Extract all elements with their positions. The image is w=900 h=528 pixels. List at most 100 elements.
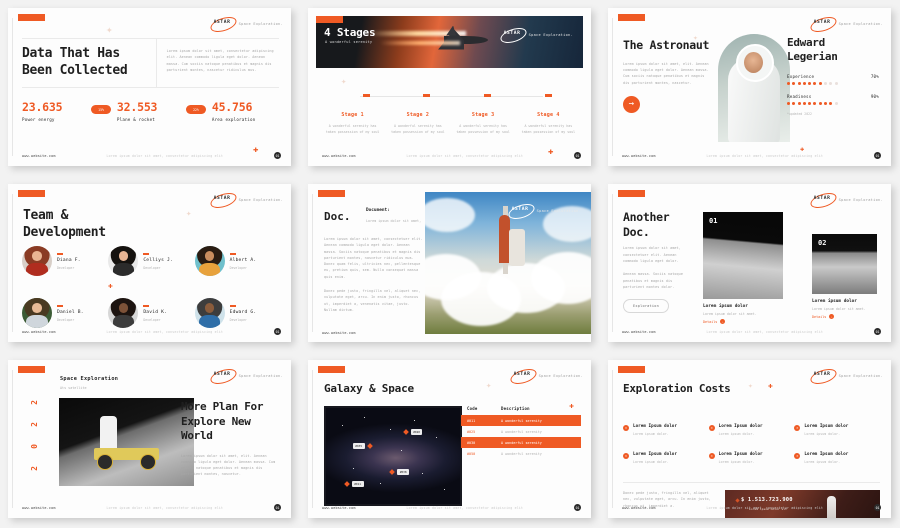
table-row[interactable]: #025 A wonderful serenity: [461, 426, 581, 437]
total-amount: $ 1.513.723.900: [741, 497, 793, 503]
stage-desc: A wonderful serenity has taken possessio…: [521, 124, 576, 135]
cost-item: ✕ Lorem Ipsum dolor Lorem ipsum dolor.: [794, 424, 880, 436]
accent-tab: [618, 190, 645, 197]
slide-cell-7[interactable]: ASTAR Space Exploration. Space Explorati…: [0, 352, 300, 528]
left-rule: [312, 194, 313, 332]
cell-description: A wonderful serenity: [501, 440, 542, 445]
team-member[interactable]: Edward G. Developer: [194, 298, 281, 328]
member-role: Developer: [229, 317, 247, 322]
slide-another-doc[interactable]: ASTAR Space Exploration. Another Doc. Lo…: [608, 184, 891, 342]
accent-bar: [229, 304, 236, 307]
left-rule: [12, 194, 13, 332]
rating-experience: Experience 70%: [787, 74, 879, 85]
left-rule: [312, 370, 313, 508]
logo-subtitle: Space Exploration.: [528, 32, 573, 37]
cost-title: Lorem Ipsum dolor: [804, 452, 849, 457]
intro-body: Lorem ipsum dolor sit amet, consectetur …: [166, 49, 274, 72]
slide-data-collected[interactable]: ASTAR Space Exploration. ✦ Data That Has…: [8, 8, 291, 166]
timeline-marker: [484, 94, 491, 97]
slide-galaxy-space[interactable]: ASTAR Space Exploration. Galaxy & Space …: [308, 360, 591, 518]
footer-url[interactable]: www.website.com: [622, 154, 656, 158]
slide-exploration-costs[interactable]: ASTAR Space Exploration. Exploration Cos…: [608, 360, 891, 518]
details-label: Details: [812, 314, 827, 319]
slide-doc[interactable]: ASTAR Space Exploration. Doc. Document: …: [308, 184, 591, 342]
left-rule: [612, 194, 613, 332]
slide-cell-6[interactable]: ASTAR Space Exploration. Another Doc. Lo…: [600, 176, 900, 352]
slide-cell-2[interactable]: ASTAR Space Exploration. 4 Stages A wond…: [300, 0, 600, 176]
galaxy-marker[interactable]: #038: [389, 469, 410, 476]
footer-url[interactable]: www.website.com: [22, 154, 56, 158]
cell-description: A wonderful serenity: [501, 429, 542, 434]
slide-footer: www.website.com Lorem ipsum dolor sit am…: [622, 504, 881, 511]
cost-desc: Lorem ipsum dolor.: [633, 460, 669, 464]
slide-cell-3[interactable]: ASTAR Space Exploration. ✦ The Astronaut…: [600, 0, 900, 176]
col-description: Description: [501, 406, 530, 411]
exploration-button[interactable]: Exploration: [623, 299, 669, 314]
brand-logo: ASTAR Space Exploration.: [208, 14, 283, 35]
bullet-icon: ✕: [623, 424, 629, 431]
astar-logo-icon: ASTAR: [808, 366, 838, 387]
slide-cell-8[interactable]: ASTAR Space Exploration. Galaxy & Space …: [300, 352, 600, 528]
slide-team-development[interactable]: ASTAR Space Exploration. Team & Developm…: [8, 184, 291, 342]
footer-url[interactable]: www.website.com: [622, 330, 656, 334]
table-row[interactable]: #011 A wonderful serenity: [461, 415, 581, 426]
updated-note: *updated 2022: [787, 111, 812, 116]
cost-title: Lorem Ipsum dolor: [718, 424, 763, 429]
member-name: Edward G.: [229, 310, 257, 315]
stage-desc: A wonderful serenity has taken possessio…: [391, 124, 445, 135]
footer-text: Lorem ipsum dolor sit amet, consectetur …: [706, 505, 824, 510]
slide-cell-5[interactable]: ASTAR Space Exploration. Doc. Document: …: [300, 176, 600, 352]
team-member[interactable]: Diana F. Developer: [22, 246, 108, 276]
slide-cell-4[interactable]: ASTAR Space Exploration. Team & Developm…: [0, 176, 300, 352]
table-row[interactable]: #050 A wonderful serenity: [461, 448, 581, 459]
doc-card-02[interactable]: 02 Lorem ipsum dolor Lorem ipsum dolor s…: [812, 234, 877, 319]
team-member[interactable]: Daniel B. Developer: [22, 298, 108, 328]
marker-label: #038: [397, 469, 410, 476]
avatar: [108, 298, 139, 328]
page-badge: 01: [874, 504, 881, 511]
slide-four-stages[interactable]: ASTAR Space Exploration. 4 Stages A wond…: [308, 8, 591, 166]
sparkle-icon: ✦: [341, 77, 347, 87]
slide-more-plan[interactable]: ASTAR Space Exploration. Space Explorati…: [8, 360, 291, 518]
footer-url[interactable]: www.website.com: [622, 506, 656, 510]
astar-logo-icon: ASTAR: [208, 190, 238, 211]
brand-logo: ASTAR Space Exploration.: [498, 25, 573, 46]
stat-number: 45.756: [211, 100, 253, 114]
logo-subtitle: Space Exploration.: [238, 21, 283, 26]
page-badge: 01: [274, 152, 281, 159]
footer-url[interactable]: www.website.com: [22, 506, 56, 510]
galaxy-marker[interactable]: #011: [343, 480, 364, 487]
details-link[interactable]: Details ›: [812, 314, 877, 319]
page-badge: 01: [574, 504, 581, 511]
avatar: [22, 298, 52, 328]
cost-desc: Lorem ipsum dolor.: [804, 432, 841, 436]
team-member[interactable]: Celliys J. Developer: [108, 246, 194, 276]
rating-readiness: Readiness 90%: [787, 94, 879, 105]
team-grid: Diana F. Developer Celliys J. Developer: [22, 246, 281, 328]
next-arrow-button[interactable]: →: [623, 95, 640, 113]
page-badge: 01: [874, 328, 881, 335]
stages-row: Stage 1 A wonderful serenity has taken p…: [320, 112, 581, 136]
footer-url[interactable]: www.website.com: [322, 154, 356, 158]
card-desc: Lorem ipsum dolor sit amet.: [812, 307, 866, 311]
cost-desc: Lorem ipsum dolor.: [804, 460, 841, 464]
slide-cell-9[interactable]: ASTAR Space Exploration. Exploration Cos…: [600, 352, 900, 528]
team-member[interactable]: David K. Developer: [108, 298, 194, 328]
stage-title: Stage 4: [537, 112, 560, 118]
accent-tab: [318, 190, 345, 197]
galaxy-marker[interactable]: #035: [352, 442, 373, 449]
galaxy-marker[interactable]: #020: [402, 429, 423, 436]
slide-cell-1[interactable]: ASTAR Space Exploration. ✦ Data That Has…: [0, 0, 300, 176]
slide-footer: www.website.com Lorem ipsum dolor sit am…: [22, 504, 281, 511]
team-member[interactable]: Albert A. Developer: [194, 246, 281, 276]
footer-url[interactable]: www.website.com: [22, 330, 56, 334]
footer-url[interactable]: www.website.com: [322, 506, 356, 510]
table-row[interactable]: #030 A wonderful serenity: [461, 437, 581, 448]
doc-card-01[interactable]: 01 Lorem ipsum dolor Lorem ipsum dolor s…: [703, 212, 783, 324]
footer-text: Lorem ipsum dolor sit amet, consectetur …: [406, 505, 524, 510]
footer-url[interactable]: www.website.com: [322, 331, 356, 335]
details-link[interactable]: Details ›: [703, 319, 783, 324]
logo-text: ASTAR: [813, 372, 831, 377]
slide-the-astronaut[interactable]: ASTAR Space Exploration. ✦ The Astronaut…: [608, 8, 891, 166]
sparkle-icon: ✦: [186, 209, 192, 219]
